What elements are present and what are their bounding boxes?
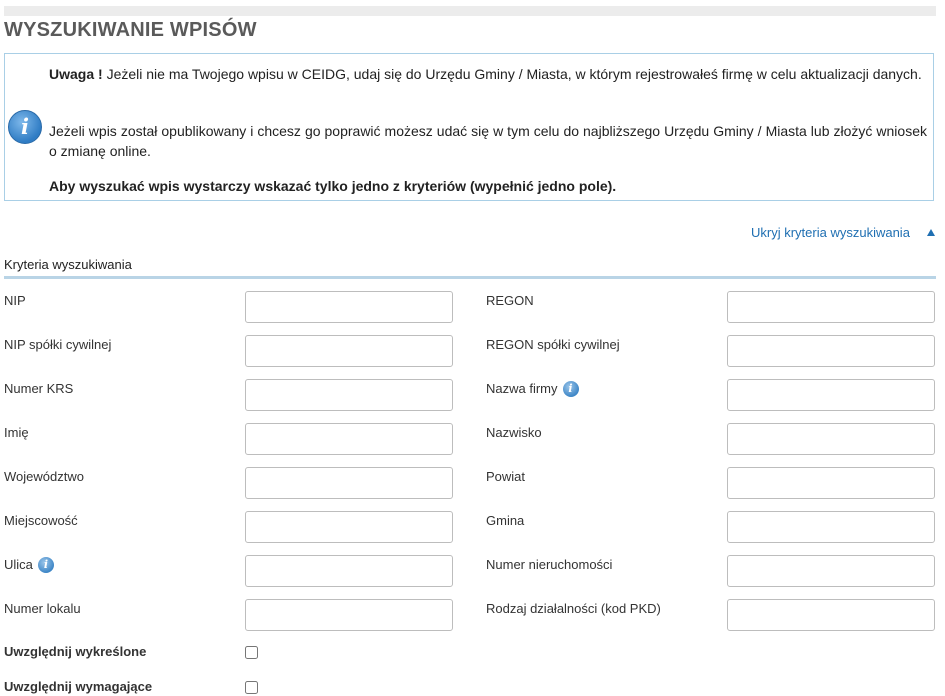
field-label-text: REGON spółki cywilnej [486, 337, 620, 352]
field-input-regon-spolki-cywilnej[interactable] [727, 335, 935, 367]
field-label-ulica: Ulica i [4, 556, 54, 574]
hide-criteria-link[interactable]: Ukryj kryteria wyszukiwania [751, 225, 910, 240]
info-criteria-hint: Aby wyszukać wpis wystarczy wskazać tylk… [49, 178, 617, 194]
field-input-numer-nieruchomosci[interactable] [727, 555, 935, 587]
field-label-text: Województwo [4, 469, 84, 484]
field-label-text: Imię [4, 425, 29, 440]
top-strip [4, 6, 936, 16]
triangle-up-icon[interactable] [927, 229, 935, 236]
include-deleted-checkbox[interactable] [245, 646, 258, 659]
field-input-nip[interactable] [245, 291, 453, 323]
field-label-text: NIP [4, 293, 26, 308]
field-label-wojewodztwo: Województwo [4, 469, 84, 484]
help-info-icon[interactable]: i [37, 556, 54, 573]
field-input-nip-spolki-cywilnej[interactable] [245, 335, 453, 367]
field-label-nazwa-firmy: Nazwa firmy i [486, 380, 579, 398]
info-correction-text: Jeżeli wpis został opublikowany i chcesz… [49, 123, 927, 159]
field-input-numer-krs[interactable] [245, 379, 453, 411]
info-box: i Uwaga ! Jeżeli nie ma Twojego wpisu w … [4, 53, 934, 201]
field-input-miejscowosc[interactable] [245, 511, 453, 543]
field-label-text: Rodzaj działalności (kod PKD) [486, 601, 661, 616]
field-input-powiat[interactable] [727, 467, 935, 499]
field-label-text: Numer nieruchomości [486, 557, 613, 572]
field-input-imie[interactable] [245, 423, 453, 455]
include-requiring-label: Uwzględnij wymagające [4, 679, 153, 694]
field-input-ulica[interactable] [245, 555, 453, 587]
field-label-text: Numer KRS [4, 381, 74, 396]
field-label-numer-nieruchomosci: Numer nieruchomości [486, 557, 612, 572]
field-label-numer-krs: Numer KRS [4, 381, 73, 396]
field-label-regon-spolki-cywilnej: REGON spółki cywilnej [486, 337, 620, 352]
field-label-powiat: Powiat [486, 469, 525, 484]
field-label-nip-spolki-cywilnej: NIP spółki cywilnej [4, 337, 111, 352]
field-label-text: Nazwa firmy [486, 381, 558, 396]
info-icon: i [8, 110, 42, 144]
field-label-text: REGON [486, 293, 534, 308]
field-label-text: Miejscowość [4, 513, 78, 528]
field-label-gmina: Gmina [486, 513, 524, 528]
field-label-text: Numer lokalu [4, 601, 81, 616]
criteria-section-label: Kryteria wyszukiwania [4, 257, 132, 272]
field-input-numer-lokalu[interactable] [245, 599, 453, 631]
field-label-regon: REGON [486, 293, 534, 308]
field-label-miejscowosc: Miejscowość [4, 513, 78, 528]
field-label-text: Ulica [4, 557, 33, 572]
field-input-rodzaj-dzialalnosci-kod-pkd[interactable] [727, 599, 935, 631]
field-input-regon[interactable] [727, 291, 935, 323]
help-info-icon[interactable]: i [562, 380, 579, 397]
field-label-nazwisko: Nazwisko [486, 425, 542, 440]
field-label-text: Nazwisko [486, 425, 542, 440]
field-label-imie: Imię [4, 425, 29, 440]
field-input-gmina[interactable] [727, 511, 935, 543]
info-warning-label: Uwaga ! [49, 66, 103, 82]
field-label-numer-lokalu: Numer lokalu [4, 601, 81, 616]
field-input-nazwa-firmy[interactable] [727, 379, 935, 411]
include-deleted-label: Uwzględnij wykreślone [4, 644, 147, 659]
field-input-nazwisko[interactable] [727, 423, 935, 455]
field-label-text: Gmina [486, 513, 525, 528]
field-label-nip: NIP [4, 293, 26, 308]
page-title: WYSZUKIWANIE WPISÓW [4, 19, 257, 41]
criteria-section-divider [4, 276, 936, 279]
info-warning-text: Uwaga ! Jeżeli nie ma Twojego wpisu w CE… [49, 64, 927, 84]
field-label-text: Powiat [486, 469, 526, 484]
field-label-text: NIP spółki cywilnej [4, 337, 112, 352]
field-input-wojewodztwo[interactable] [245, 467, 453, 499]
info-warning-body: Jeżeli nie ma Twojego wpisu w CEIDG, uda… [102, 66, 922, 82]
field-label-rodzaj-dzialalnosci-kod-pkd: Rodzaj działalności (kod PKD) [486, 601, 661, 616]
include-requiring-checkbox[interactable] [245, 681, 258, 694]
